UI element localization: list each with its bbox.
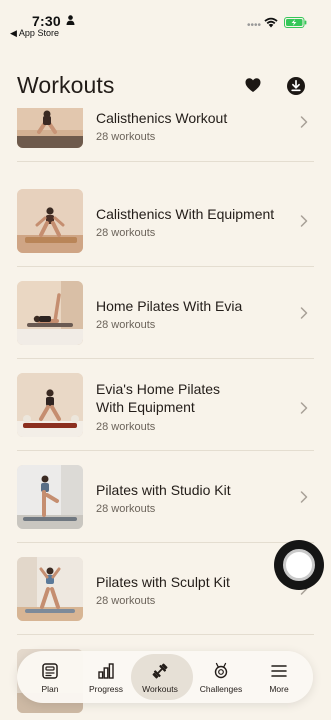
battery-charging-icon xyxy=(284,17,307,28)
row-divider xyxy=(17,161,314,162)
program-workout-count: 28 workouts xyxy=(96,227,156,239)
program-row-evias-home-pilates-with-equipment[interactable]: Evia's Home Pilates With Equipment 28 wo… xyxy=(0,359,331,451)
back-to-app-store-link[interactable]: ◀ App Store xyxy=(10,28,59,39)
favorites-heart-icon[interactable] xyxy=(244,76,262,94)
program-workout-count: 28 workouts xyxy=(96,595,156,607)
chevron-right-icon xyxy=(300,215,308,227)
program-title: Calisthenics With Equipment xyxy=(96,206,275,222)
program-thumbnail xyxy=(17,373,83,437)
tab-label: Progress xyxy=(88,684,123,694)
download-icon[interactable] xyxy=(286,76,306,96)
program-title-line-2: With Equipment xyxy=(96,399,195,415)
trophy-icon xyxy=(214,662,228,679)
bar-chart-icon xyxy=(98,663,114,679)
tab-label: Workouts xyxy=(142,684,178,694)
workout-program-list[interactable]: Calisthenics Workout 28 workouts Calisth… xyxy=(0,108,331,720)
program-row-pilates-with-studio-kit[interactable]: Pilates with Studio Kit 28 workouts xyxy=(0,451,331,543)
program-thumbnail xyxy=(17,557,83,621)
chevron-right-icon xyxy=(300,402,308,414)
tab-plan[interactable]: Plan xyxy=(21,651,79,703)
tab-more[interactable]: More xyxy=(250,651,308,703)
program-workout-count: 28 workouts xyxy=(96,503,156,515)
program-workout-count: 28 workouts xyxy=(96,319,156,331)
plan-icon xyxy=(42,663,58,679)
status-time: 7:30 xyxy=(32,13,61,29)
tab-workouts[interactable]: Workouts xyxy=(131,651,193,703)
status-bar: 7:30 ◀ App Store •••• xyxy=(0,0,331,40)
tab-label: Plan xyxy=(41,684,59,694)
program-title: Home Pilates With Evia xyxy=(96,298,243,314)
program-workout-count: 28 workouts xyxy=(96,421,156,433)
page-title: Workouts xyxy=(17,72,115,98)
wifi-icon xyxy=(264,17,278,28)
program-thumbnail xyxy=(17,465,83,529)
program-thumbnail xyxy=(17,189,83,253)
program-row-calisthenics-workout[interactable]: Calisthenics Workout 28 workouts xyxy=(0,108,331,162)
program-title: Pilates with Sculpt Kit xyxy=(96,574,230,590)
chevron-right-icon xyxy=(300,307,308,319)
program-title: Pilates with Studio Kit xyxy=(96,482,231,498)
person-icon xyxy=(66,15,75,25)
bottom-tab-bar: Plan Progress Workouts Challenges More xyxy=(17,651,313,703)
tab-label: More xyxy=(269,684,289,694)
tab-challenges[interactable]: Challenges xyxy=(192,651,250,703)
cellular-signal-icon: •••• xyxy=(247,20,262,31)
program-thumbnail xyxy=(17,281,83,345)
program-thumbnail xyxy=(17,108,83,148)
floating-button-ring xyxy=(283,549,315,581)
chevron-right-icon xyxy=(300,491,308,503)
dumbbell-icon xyxy=(152,663,168,679)
chevron-right-icon xyxy=(300,116,308,128)
program-row-home-pilates-with-evia[interactable]: Home Pilates With Evia 28 workouts xyxy=(0,267,331,359)
program-title-line-1: Evia's Home Pilates xyxy=(96,381,221,397)
program-row-calisthenics-with-equipment[interactable]: Calisthenics With Equipment 28 workouts xyxy=(0,175,331,267)
program-title: Calisthenics Workout xyxy=(96,110,228,126)
menu-icon xyxy=(271,665,287,677)
program-workout-count: 28 workouts xyxy=(96,131,156,143)
floating-assistive-button[interactable] xyxy=(274,540,324,590)
tab-progress[interactable]: Progress xyxy=(77,651,135,703)
tab-label: Challenges xyxy=(199,684,243,694)
